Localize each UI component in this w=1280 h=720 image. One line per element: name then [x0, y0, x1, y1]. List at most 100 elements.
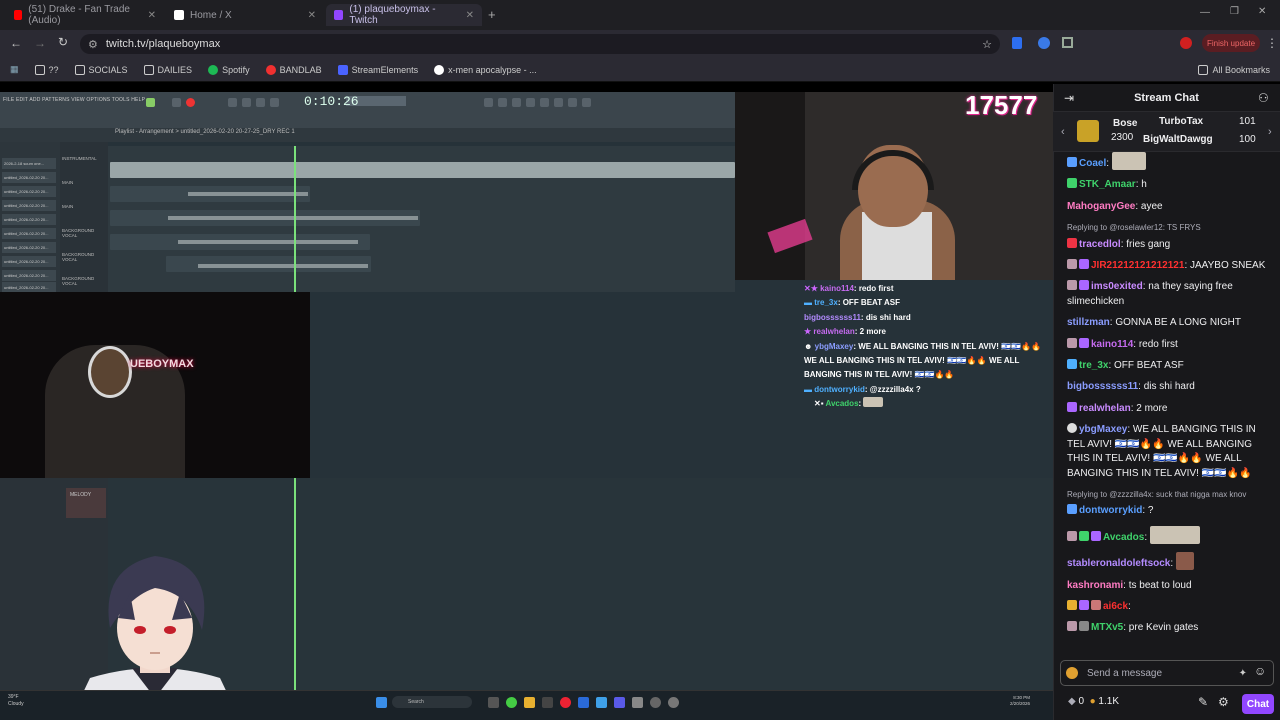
channel-item: untitled_2026-02-20 20...	[2, 242, 56, 253]
spotify-icon	[208, 64, 219, 75]
settings-gear-icon[interactable]: ⚙	[1218, 695, 1229, 709]
tab-label: (1) plaqueboymax - Twitch	[349, 4, 436, 26]
tab-x[interactable]: Home / X ✕	[166, 4, 324, 26]
badge-icon	[1067, 599, 1077, 610]
viewer-counter: 17577	[965, 90, 1038, 120]
artist-head	[88, 346, 132, 398]
chat-message: tracedlol: fries gang	[1067, 237, 1272, 252]
emote-image	[1111, 152, 1146, 170]
window-close-icon[interactable]: ✕	[1258, 6, 1266, 17]
chat-message: ybgMaxey: WE ALL BANGING THIS IN TEL AVI…	[1067, 423, 1256, 479]
reply-context: Replying to @roselawler12: TS FRYS	[1067, 223, 1201, 233]
mod-tools-icon[interactable]: ✎	[1198, 695, 1208, 709]
forward-icon[interactable]: →	[34, 36, 46, 50]
chat-message: kaino114: redo first	[1067, 337, 1272, 352]
chat-input[interactable]: Send a message ✦	[1060, 660, 1274, 686]
badge-icon	[1067, 157, 1077, 167]
minimize-icon[interactable]: —	[1200, 7, 1210, 18]
gifter-value: 2300	[1111, 132, 1134, 143]
app-icon	[650, 697, 661, 708]
channel-item: untitled_2026-02-20 20...	[2, 186, 56, 197]
reload-icon[interactable]: ↻	[58, 35, 68, 49]
app-icon	[542, 697, 553, 708]
chat-send-button[interactable]: Chat	[1242, 694, 1274, 714]
chat-message-list: Coael: STK_Amaar: h MahoganyGee: ayee Re…	[1067, 152, 1272, 643]
chat-message: realwhelan: 2 more	[1067, 401, 1272, 416]
tool-icon	[498, 98, 507, 107]
sparkle-icon[interactable]: ✦	[1239, 668, 1247, 679]
apps-grid-icon[interactable]: ▦	[10, 64, 19, 75]
background-curtain	[735, 92, 805, 280]
overlay-message: ▬ dontworrykid: @zzzzilla4x ?	[804, 384, 921, 394]
track-header: BACKGROUND VOCAL	[62, 228, 95, 238]
chevron-right-icon[interactable]: ›	[1268, 126, 1272, 138]
tool-icon	[582, 98, 591, 107]
chevron-left-icon[interactable]: ‹	[1061, 126, 1065, 138]
badge-icon	[1067, 280, 1077, 291]
channel-item: 2026-2-18 scum one...	[2, 158, 56, 169]
bookmark-star-icon[interactable]: ☆	[982, 38, 992, 51]
gifter-name: BigWaltDawgg	[1143, 134, 1213, 145]
close-icon[interactable]: ✕	[148, 10, 156, 21]
chat-title: Stream Chat	[1134, 91, 1199, 104]
finish-update-button[interactable]: Finish update	[1202, 34, 1260, 52]
star-badge-icon	[1079, 259, 1089, 270]
badge-icon	[1079, 621, 1089, 632]
badge-icon	[1067, 178, 1077, 189]
channel-points-icon[interactable]	[1066, 667, 1078, 679]
emote-image	[1175, 552, 1194, 571]
bookmark-link[interactable]: Spotify	[208, 64, 250, 75]
menu-kebab-icon[interactable]: ⋮	[1266, 36, 1278, 50]
star-badge-icon	[1079, 599, 1089, 610]
badge-icon	[1091, 530, 1101, 541]
tool-icon	[256, 98, 265, 107]
daw-menu: FILE EDIT ADD PATTERNS VIEW OPTIONS TOOL…	[3, 97, 146, 103]
folder-icon	[34, 64, 45, 75]
bookmark-folder[interactable]: DAILIES	[143, 64, 192, 75]
emote-picker-icon[interactable]: ☺	[1254, 664, 1266, 678]
back-icon[interactable]: ←	[10, 36, 22, 50]
bookmark-folder[interactable]: SOCIALS	[74, 64, 128, 75]
weather-widget: 39°F Cloudy	[8, 694, 24, 707]
collapse-chat-icon[interactable]: ⇥	[1064, 91, 1074, 105]
tab-twitch[interactable]: (1) plaqueboymax - Twitch ✕	[326, 4, 482, 26]
chat-message: MahoganyGee: ayee	[1067, 200, 1163, 212]
app-icon	[578, 697, 589, 708]
star-badge-icon	[1079, 280, 1089, 291]
site-info-icon[interactable]: ⚙	[88, 38, 98, 51]
close-icon[interactable]: ✕	[308, 10, 316, 21]
bookmark-folder[interactable]: ??	[34, 64, 59, 75]
tool-icon	[554, 98, 563, 107]
chat-message: bigbossssss11: dis shi hard	[1067, 381, 1195, 393]
channel-item: untitled_2026-02-20 20...	[2, 200, 56, 211]
extension-icon[interactable]	[1038, 37, 1050, 49]
stop-icon	[172, 98, 181, 107]
reply-context: Replying to @zzzzilla4x: suck that nigga…	[1067, 489, 1247, 499]
new-tab-icon[interactable]: +	[488, 7, 496, 22]
profile-avatar[interactable]	[1180, 37, 1192, 49]
all-bookmarks[interactable]: All Bookmarks	[1198, 64, 1270, 75]
chat-message: ai6ck:	[1067, 599, 1272, 614]
waveform	[168, 216, 418, 220]
gifter-name: Bose	[1113, 118, 1138, 129]
channel-points[interactable]: ◆ 0 ● 1.1K	[1068, 696, 1119, 707]
extensions-puzzle-icon[interactable]	[1062, 37, 1073, 48]
community-icon[interactable]: ⚇	[1258, 91, 1269, 105]
badge-icon	[1067, 621, 1077, 632]
maximize-icon[interactable]: ❐	[1230, 6, 1239, 17]
chat-message: Avcados:	[1067, 525, 1272, 545]
app-icon	[632, 697, 643, 708]
extension-icon[interactable]	[1012, 37, 1022, 49]
browser-tab-bar: (51) Drake - Fan Trade (Audio) ✕ Home / X…	[0, 0, 1280, 30]
bookmark-link[interactable]: BANDLAB	[265, 64, 322, 75]
neon-sign: UEBOYMAX	[130, 358, 194, 370]
chrome-icon	[506, 697, 517, 708]
overlay-message: bigbossssss11: dis shi hard	[804, 312, 911, 322]
url-bar[interactable]: ⚙ twitch.tv/plaqueboymax ☆	[80, 34, 1000, 54]
badge-icon	[1079, 530, 1089, 541]
tab-youtube[interactable]: (51) Drake - Fan Trade (Audio) ✕	[6, 4, 164, 26]
bookmark-link[interactable]: x-men apocalypse - ...	[434, 64, 537, 75]
close-icon[interactable]: ✕	[466, 10, 474, 21]
obs-icon	[560, 697, 571, 708]
bookmark-link[interactable]: StreamElements	[337, 64, 418, 75]
